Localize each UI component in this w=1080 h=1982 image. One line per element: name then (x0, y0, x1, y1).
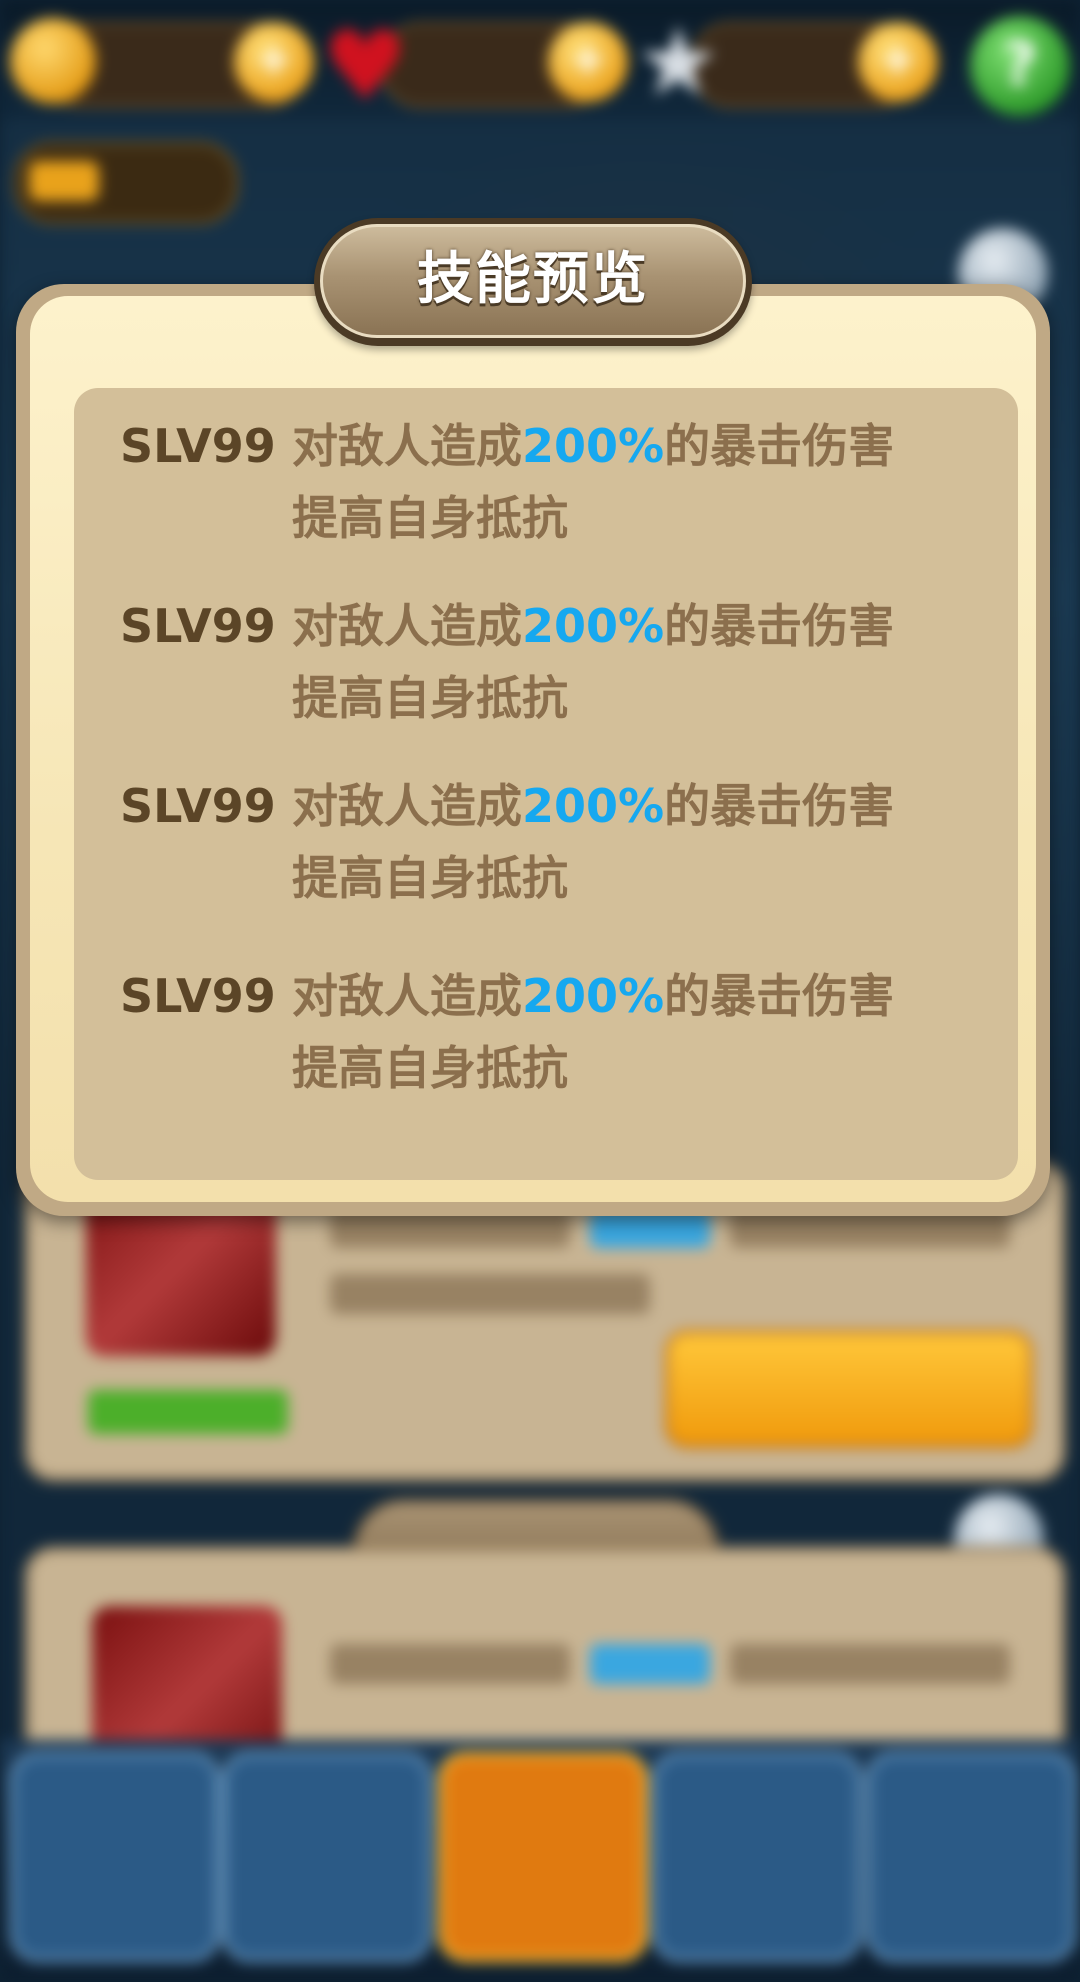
skill-highlight-value: 200% (522, 969, 665, 1023)
upgrade-button[interactable] (665, 1330, 1033, 1448)
skill-description: 对敌人造成200%的暴击伤害 提高自身抵抗 (292, 419, 895, 545)
skill-description: 对敌人造成200%的暴击伤害 提高自身抵抗 (292, 779, 895, 905)
nav-card-icon[interactable] (652, 1752, 862, 1962)
skill-highlight-value: 200% (522, 779, 665, 833)
skill-level: SLV99 (120, 419, 276, 473)
nav-treasure-icon[interactable] (438, 1752, 648, 1962)
heart-icon: ♥ (322, 10, 409, 122)
skill-highlight-value: 200% (522, 599, 665, 653)
dialog-title: 技能预览 (417, 247, 649, 312)
nav-cake-icon[interactable] (222, 1752, 432, 1962)
nav-burger-icon[interactable] (866, 1752, 1076, 1962)
gold-coin-icon (10, 18, 96, 104)
skill-description: 对敌人造成200%的暴击伤害 提高自身抵抗 (292, 599, 895, 725)
add-gold-button[interactable]: + (234, 22, 314, 102)
skill-highlight-value: 200% (522, 419, 665, 473)
skill-description: 对敌人造成200%的暴击伤害 提高自身抵抗 (292, 969, 895, 1095)
skill-level: SLV99 (120, 779, 276, 833)
nav-house-icon[interactable] (10, 1752, 220, 1962)
help-icon[interactable]: ? (970, 16, 1070, 116)
resource-bar: + ♥ + ★ + ? (0, 0, 1080, 120)
dialog-title-banner: 技能预览 (314, 218, 752, 346)
star-icon: ★ (635, 6, 722, 118)
add-stars-button[interactable]: + (858, 22, 938, 102)
vip-badge[interactable] (14, 142, 238, 224)
skill-level: SLV99 (120, 599, 276, 653)
skill-level: SLV99 (120, 969, 276, 1023)
add-hearts-button[interactable]: + (548, 22, 628, 102)
